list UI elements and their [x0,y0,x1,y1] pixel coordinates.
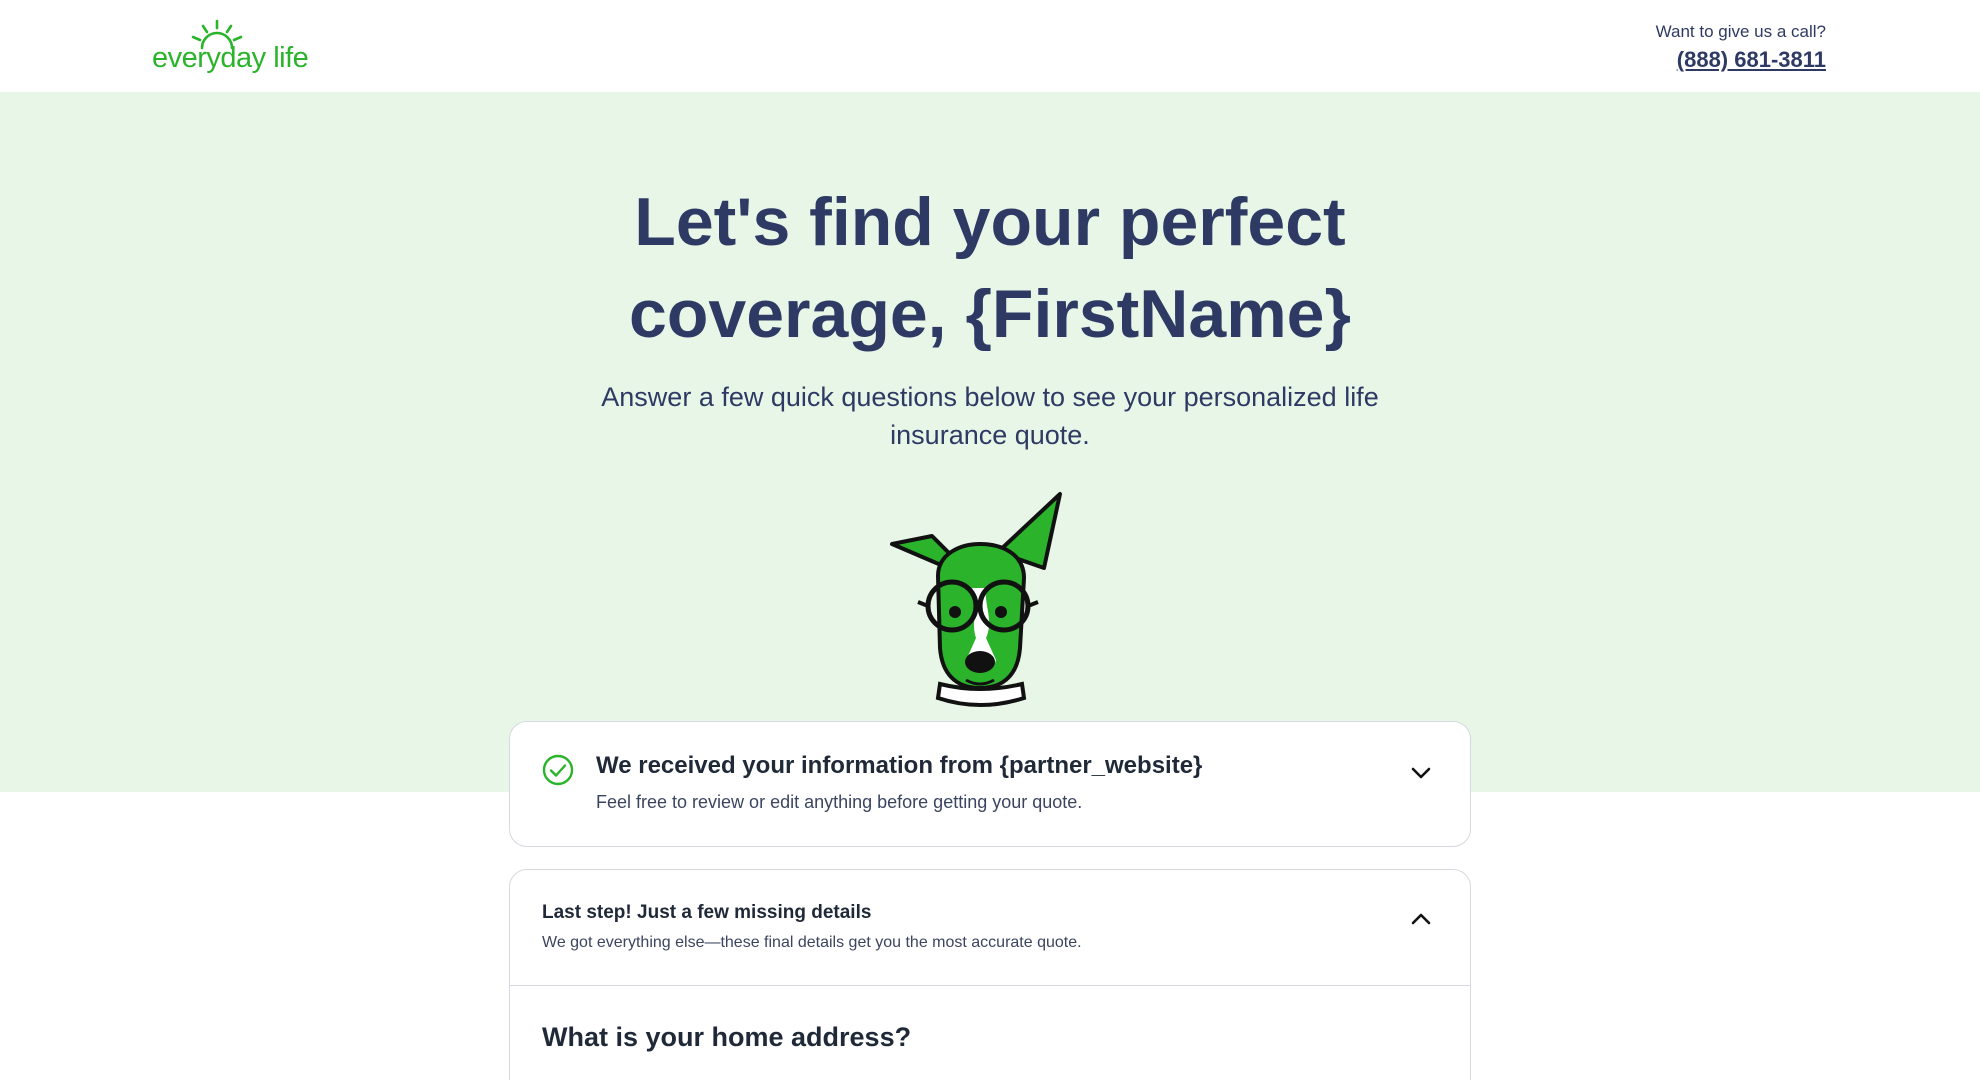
hero-section: Let's find your perfect coverage, {First… [0,92,1980,818]
missing-details-title: Last step! Just a few missing details [542,902,872,923]
chevron-down-icon[interactable] [1408,760,1434,786]
hero-subtitle: Answer a few quick questions below to se… [601,382,1379,450]
hero-title: Let's find your perfect coverage, {First… [629,184,1351,352]
received-card-title: We received your information from {partn… [596,752,1203,779]
site-header: everyday life Want to give us a call? (8… [0,0,1980,92]
received-card-subtitle: Feel free to review or edit anything bef… [596,792,1083,812]
call-block: Want to give us a call? (888) 681-3811 [1656,21,1826,73]
call-label: Want to give us a call? [1655,22,1826,41]
chevron-up-icon[interactable] [1408,906,1434,932]
everyday-life-logo[interactable]: everyday life [150,18,309,78]
missing-details-subtitle: We got everything else—these final detai… [542,934,1082,951]
check-circle-icon [542,754,574,786]
missing-details-card: Last step! Just a few missing details We… [509,869,1471,1080]
missing-details-header[interactable]: Last step! Just a few missing details We… [510,870,1470,986]
information-received-card[interactable]: We received your information from {partn… [509,721,1471,847]
home-address-question: What is your home address? [542,1022,912,1052]
phone-link[interactable]: (888) 681-3811 [1677,47,1826,73]
logo-wordmark: everyday life [152,42,309,74]
